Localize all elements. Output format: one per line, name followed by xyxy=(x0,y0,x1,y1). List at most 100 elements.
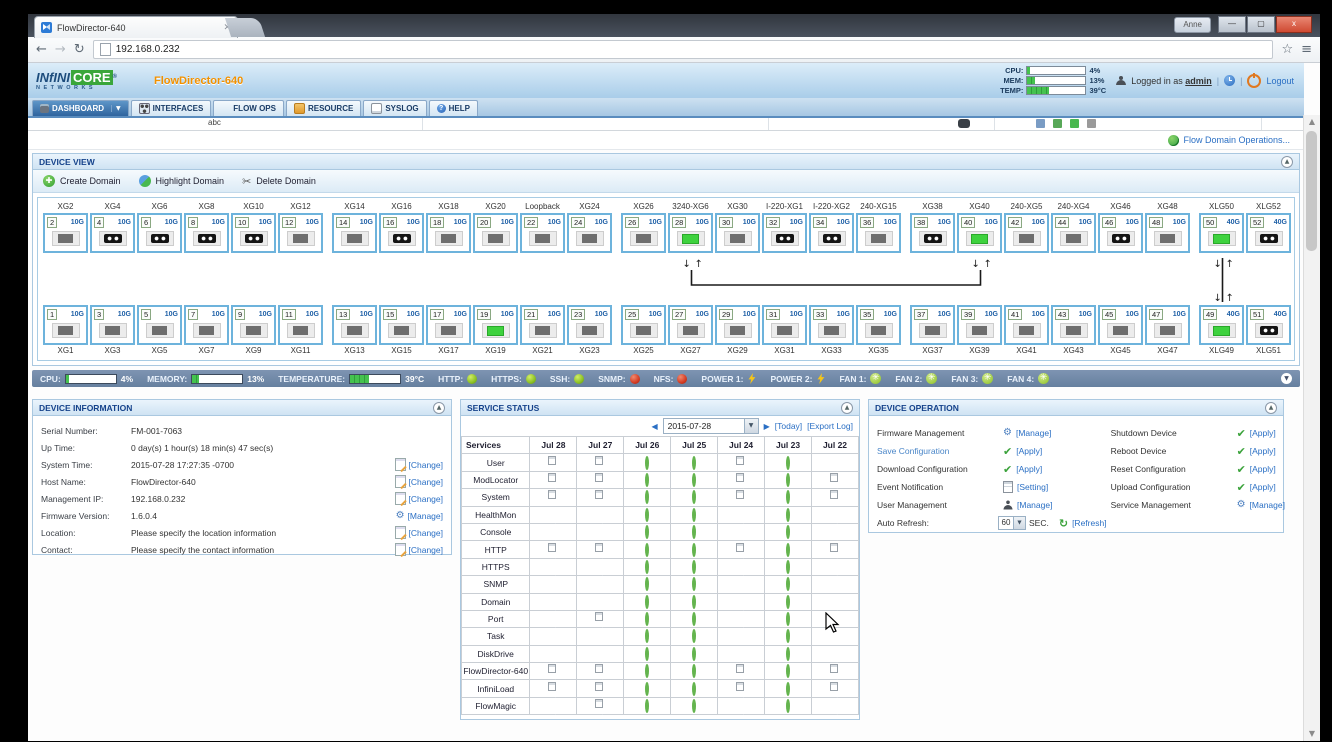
port-box[interactable]: 1310G xyxy=(332,305,377,345)
operation-action-manage[interactable]: ⚙[Manage] xyxy=(1237,500,1285,510)
status-empty-icon[interactable] xyxy=(645,664,649,678)
port-group-xg6[interactable]: XG6610G xyxy=(137,201,182,253)
port-group-xg21[interactable]: 2110GXG21 xyxy=(520,305,565,357)
clock-icon[interactable] xyxy=(1224,75,1235,86)
status-empty-icon[interactable] xyxy=(692,456,696,470)
port-group-xlg52[interactable]: XLG525240G xyxy=(1246,201,1291,253)
window-maximize-button[interactable]: ▢ xyxy=(1247,16,1275,33)
port-group-i-220-xg1[interactable]: I-220-XG13210G xyxy=(762,201,807,253)
port-group-240-xg5[interactable]: 240-XG54210G xyxy=(1004,201,1049,253)
status-empty-icon[interactable] xyxy=(786,543,790,557)
operation-action-apply[interactable]: ✔[Apply] xyxy=(1237,446,1276,457)
edit-icon[interactable] xyxy=(1036,119,1045,128)
port-group-xg41[interactable]: 4110GXG41 xyxy=(1004,305,1049,357)
status-empty-icon[interactable] xyxy=(786,647,790,661)
status-empty-icon[interactable] xyxy=(645,577,649,591)
port-box[interactable]: 2410G xyxy=(567,213,612,253)
port-group-xlg49[interactable]: 4940GXLG49 xyxy=(1199,305,1244,357)
port-group-240-xg15[interactable]: 240-XG153610G xyxy=(856,201,901,253)
port-box[interactable]: 310G xyxy=(90,305,135,345)
date-dropdown-icon[interactable]: ▼ xyxy=(744,419,758,433)
operation-action-manage[interactable]: [Manage] xyxy=(1003,500,1052,510)
port-box[interactable]: 4410G xyxy=(1051,213,1096,253)
change-link[interactable]: [Change] xyxy=(395,458,444,471)
login-user[interactable]: admin xyxy=(1185,76,1212,86)
port-group-3240-xg6[interactable]: 3240-XG62810G xyxy=(668,201,713,253)
status-empty-icon[interactable] xyxy=(645,525,649,539)
port-box[interactable]: 5240G xyxy=(1246,213,1291,253)
status-empty-icon[interactable] xyxy=(692,508,696,522)
port-box[interactable]: 4710G xyxy=(1145,305,1190,345)
port-box[interactable]: 1710G xyxy=(426,305,471,345)
status-empty-icon[interactable] xyxy=(692,490,696,504)
port-group-xg35[interactable]: 3510GXG35 xyxy=(856,305,901,357)
status-empty-icon[interactable] xyxy=(786,473,790,487)
port-group-xg15[interactable]: 1510GXG15 xyxy=(379,305,424,357)
status-empty-icon[interactable] xyxy=(692,629,696,643)
operation-action-apply[interactable]: ✔[Apply] xyxy=(1237,482,1276,493)
port-box[interactable]: 1510G xyxy=(379,305,424,345)
status-empty-icon[interactable] xyxy=(645,629,649,643)
port-group-xg14[interactable]: XG141410G xyxy=(332,201,377,253)
port-group-xg29[interactable]: 2910GXG29 xyxy=(715,305,760,357)
page-scrollbar[interactable]: ▲ ▼ xyxy=(1303,115,1320,741)
log-icon[interactable] xyxy=(1087,119,1096,128)
save-icon[interactable] xyxy=(1070,119,1079,128)
status-empty-icon[interactable] xyxy=(645,490,649,504)
status-empty-icon[interactable] xyxy=(645,612,649,626)
delete-domain-button[interactable]: ✂Delete Domain xyxy=(242,175,316,188)
port-group-xg18[interactable]: XG181810G xyxy=(426,201,471,253)
port-group-loopback[interactable]: Loopback2210G xyxy=(520,201,565,253)
status-empty-icon[interactable] xyxy=(786,577,790,591)
port-box[interactable]: 1610G xyxy=(379,213,424,253)
port-box[interactable]: 4810G xyxy=(1145,213,1190,253)
status-empty-icon[interactable] xyxy=(692,664,696,678)
port-group-xg30[interactable]: XG303010G xyxy=(715,201,760,253)
status-empty-icon[interactable] xyxy=(692,473,696,487)
status-empty-icon[interactable] xyxy=(645,595,649,609)
port-group-xg46[interactable]: XG464610G xyxy=(1098,201,1143,253)
date-picker[interactable]: 2015-07-28 ▼ xyxy=(663,418,759,434)
port-box[interactable]: 4610G xyxy=(1098,213,1143,253)
port-group-xg39[interactable]: 3910GXG39 xyxy=(957,305,1002,357)
port-box[interactable]: 2910G xyxy=(715,305,760,345)
port-group-xg16[interactable]: XG161610G xyxy=(379,201,424,253)
operation-action-apply[interactable]: ✔[Apply] xyxy=(1003,464,1042,475)
scroll-down-icon[interactable]: ▼ xyxy=(1304,727,1320,741)
status-empty-icon[interactable] xyxy=(786,612,790,626)
status-empty-icon[interactable] xyxy=(645,473,649,487)
port-group-xg48[interactable]: XG484810G xyxy=(1145,201,1190,253)
status-empty-icon[interactable] xyxy=(692,682,696,696)
port-group-xg26[interactable]: XG262610G xyxy=(621,201,666,253)
status-empty-icon[interactable] xyxy=(786,525,790,539)
port-box[interactable]: 5040G xyxy=(1199,213,1244,253)
auto-refresh-select[interactable]: 60▼ xyxy=(998,516,1026,530)
nav-tab-flow-ops[interactable]: FLOW OPS xyxy=(213,100,284,116)
port-group-xg45[interactable]: 4510GXG45 xyxy=(1098,305,1143,357)
port-box[interactable]: 1010G xyxy=(231,213,276,253)
status-empty-icon[interactable] xyxy=(692,699,696,713)
port-group-xg3[interactable]: 310GXG3 xyxy=(90,305,135,357)
port-group-xg8[interactable]: XG8810G xyxy=(184,201,229,253)
browser-tab[interactable]: FlowDirector-640 ✕ xyxy=(34,16,238,38)
port-box[interactable]: 2110G xyxy=(520,305,565,345)
status-empty-icon[interactable] xyxy=(786,508,790,522)
address-bar[interactable]: 192.168.0.232 xyxy=(93,40,1274,59)
status-empty-icon[interactable] xyxy=(692,525,696,539)
port-box[interactable]: 4110G xyxy=(1004,305,1049,345)
port-box[interactable]: 4510G xyxy=(1098,305,1143,345)
status-empty-icon[interactable] xyxy=(692,612,696,626)
menu-icon[interactable]: ≡ xyxy=(1301,43,1312,56)
stats-icon[interactable] xyxy=(1053,119,1062,128)
status-empty-icon[interactable] xyxy=(786,595,790,609)
status-empty-icon[interactable] xyxy=(786,560,790,574)
port-group-xg27[interactable]: 2710GXG27 xyxy=(668,305,713,357)
port-box[interactable]: 2610G xyxy=(621,213,666,253)
status-empty-icon[interactable] xyxy=(786,682,790,696)
port-box[interactable]: 810G xyxy=(184,213,229,253)
port-group-xg2[interactable]: XG2210G xyxy=(43,201,88,253)
port-box[interactable]: 2710G xyxy=(668,305,713,345)
port-group-xlg50[interactable]: XLG505040G xyxy=(1199,201,1244,253)
status-empty-icon[interactable] xyxy=(645,699,649,713)
create-domain-button[interactable]: ✚Create Domain xyxy=(43,175,121,187)
